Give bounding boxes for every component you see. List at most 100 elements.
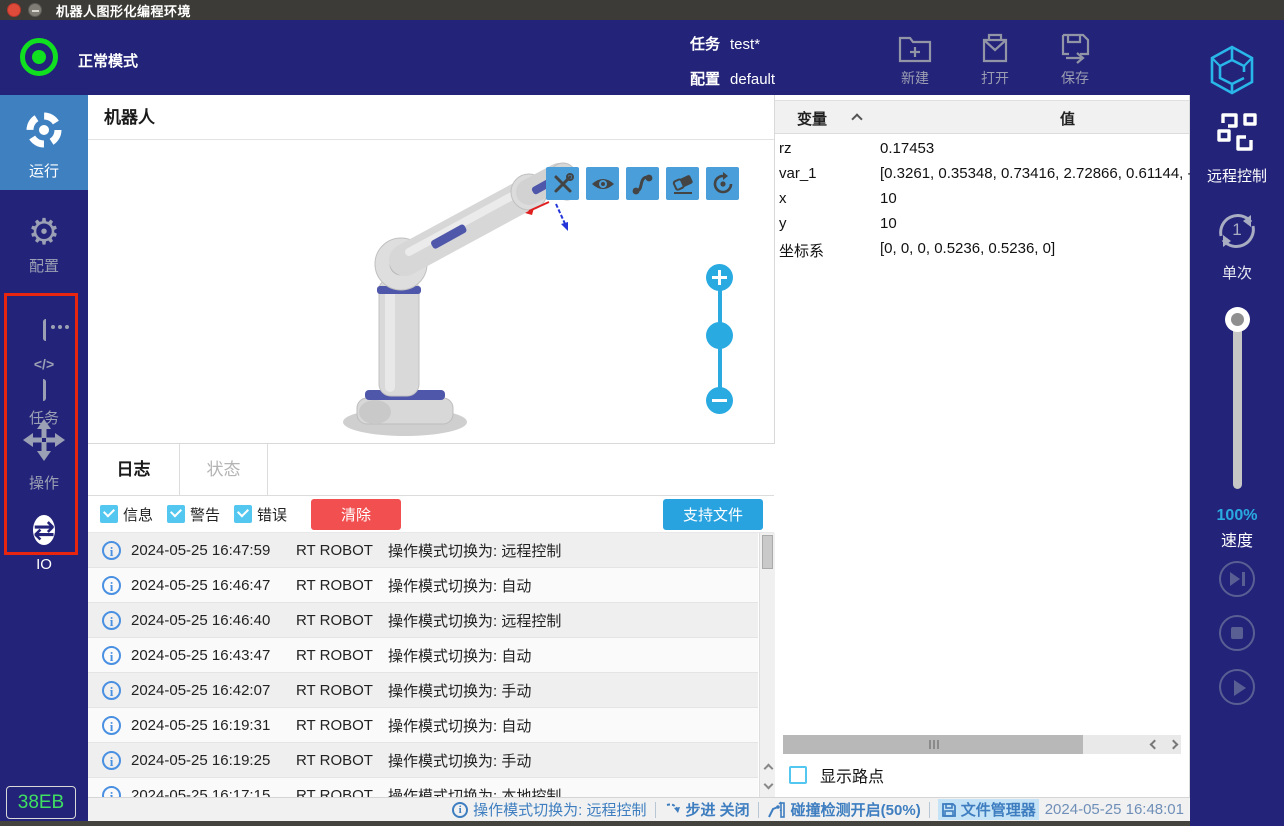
- column-variable-label[interactable]: 变量: [797, 108, 827, 129]
- remote-control-label: 远程控制: [1190, 165, 1284, 186]
- scroll-down-button[interactable]: [762, 778, 774, 794]
- rotate-icon: [710, 171, 736, 197]
- erase-button[interactable]: [666, 167, 699, 200]
- zoom-in-button[interactable]: [706, 264, 733, 291]
- status-collision-item[interactable]: 碰撞检测开启(50%): [767, 799, 921, 820]
- status-step-item[interactable]: 步进 关闭: [664, 799, 750, 820]
- scroll-right-button[interactable]: [1167, 736, 1186, 754]
- path-icon: [630, 171, 656, 197]
- log-time: 2024-05-25 16:42:07: [131, 682, 296, 699]
- scroll-left-button[interactable]: [1145, 736, 1164, 754]
- filter-info-checkbox[interactable]: [100, 505, 118, 523]
- code-window-icon: </>: [0, 319, 88, 401]
- status-badge[interactable]: 38EB: [6, 786, 76, 819]
- filter-warning-checkbox[interactable]: [167, 505, 185, 523]
- sidebar-item-task[interactable]: </> 任务: [0, 317, 88, 395]
- log-scrollbar-thumb[interactable]: [762, 535, 773, 569]
- stop-button[interactable]: [1219, 615, 1255, 651]
- variable-row[interactable]: x 10: [775, 187, 1189, 212]
- play-button[interactable]: [1219, 669, 1255, 705]
- left-sidebar: 运行 ⚙ 配置 </> 任务 操作: [0, 95, 88, 821]
- variable-value: [0.3261, 0.35348, 0.73416, 2.72866, 0.61…: [880, 165, 1205, 182]
- close-icon[interactable]: [7, 3, 21, 17]
- sidebar-item-run[interactable]: 运行: [0, 95, 88, 190]
- variables-table-header[interactable]: 变量 值: [775, 100, 1189, 134]
- log-row[interactable]: i 2024-05-25 16:19:31 RT ROBOT 操作模式切换为: …: [88, 708, 758, 743]
- clear-button[interactable]: 清除: [311, 499, 401, 530]
- mode-label: 正常模式: [78, 50, 138, 71]
- log-message: 操作模式切换为: 自动: [388, 645, 758, 666]
- app-logo-icon: [1206, 44, 1258, 101]
- variable-name: y: [779, 215, 787, 232]
- single-run-item[interactable]: 1 单次: [1190, 205, 1284, 283]
- step-next-button[interactable]: [1219, 561, 1255, 597]
- run-icon: [23, 109, 65, 151]
- speed-slider-track[interactable]: [1233, 317, 1242, 489]
- minimize-icon[interactable]: [28, 3, 42, 17]
- filter-error-checkbox[interactable]: [234, 505, 252, 523]
- open-icon: [976, 28, 1014, 66]
- status-step-label: 步进 关闭: [686, 799, 750, 820]
- info-icon: i: [102, 646, 121, 665]
- column-value-label[interactable]: 值: [1060, 108, 1075, 129]
- sidebar-item-config[interactable]: ⚙ 配置: [0, 213, 88, 291]
- tab-status[interactable]: 状态: [180, 444, 268, 496]
- tools-button[interactable]: [546, 167, 579, 200]
- variable-row[interactable]: 坐标系 [0, 0, 0, 0.5236, 0.5236, 0]: [775, 237, 1189, 262]
- log-row[interactable]: i 2024-05-25 16:19:25 RT ROBOT 操作模式切换为: …: [88, 743, 758, 778]
- scroll-up-button[interactable]: [762, 759, 774, 775]
- file-manager-item[interactable]: 文件管理器: [938, 799, 1039, 820]
- tab-log[interactable]: 日志: [88, 444, 180, 496]
- variables-panel: 变量 值 rz 0.17453 var_1 [0.3261, 0.35348, …: [775, 95, 1190, 797]
- eye-icon: [590, 171, 616, 197]
- variable-row[interactable]: rz 0.17453: [775, 137, 1189, 162]
- right-sidebar: 远程控制 1 单次 100% 速度: [1190, 95, 1284, 826]
- sort-asc-icon: [851, 113, 862, 124]
- file-manager-label: 文件管理器: [961, 799, 1036, 820]
- variable-row[interactable]: y 10: [775, 212, 1189, 237]
- visibility-button[interactable]: [586, 167, 619, 200]
- log-row[interactable]: i 2024-05-25 16:17:15 RT ROBOT 操作模式切换为: …: [88, 778, 758, 798]
- log-row[interactable]: i 2024-05-25 16:42:07 RT ROBOT 操作模式切换为: …: [88, 673, 758, 708]
- log-row[interactable]: i 2024-05-25 16:46:47 RT ROBOT 操作模式切换为: …: [88, 568, 758, 603]
- remote-control-item[interactable]: 远程控制: [1190, 109, 1284, 186]
- log-source: RT ROBOT: [296, 752, 388, 769]
- variables-hscrollbar[interactable]: [783, 735, 1181, 754]
- reset-view-button[interactable]: [706, 167, 739, 200]
- zoom-slider-handle[interactable]: [706, 322, 733, 349]
- log-row[interactable]: i 2024-05-25 16:46:40 RT ROBOT 操作模式切换为: …: [88, 603, 758, 638]
- log-list[interactable]: i 2024-05-25 16:47:59 RT ROBOT 操作模式切换为: …: [88, 533, 774, 798]
- variable-row[interactable]: var_1 [0.3261, 0.35348, 0.73416, 2.72866…: [775, 162, 1189, 187]
- config-label: 配置: [690, 71, 720, 88]
- support-files-button[interactable]: 支持文件: [663, 499, 763, 530]
- status-datetime: 2024-05-25 16:48:01: [1045, 801, 1184, 818]
- log-time: 2024-05-25 16:46:47: [131, 577, 296, 594]
- log-message: 操作模式切换为: 本地控制: [388, 785, 758, 799]
- show-waypoints-checkbox[interactable]: [789, 766, 807, 784]
- new-button[interactable]: 新建: [883, 28, 947, 90]
- viewport-toolbar: [546, 167, 739, 200]
- sidebar-item-operate-label: 操作: [0, 472, 88, 493]
- open-button-label: 打开: [963, 68, 1027, 88]
- config-value: default: [730, 71, 775, 88]
- sidebar-item-operate[interactable]: 操作: [0, 417, 88, 501]
- speed-slider-handle[interactable]: [1225, 307, 1250, 332]
- log-time: 2024-05-25 16:43:47: [131, 647, 296, 664]
- log-scrollbar[interactable]: [759, 533, 775, 798]
- log-row[interactable]: i 2024-05-25 16:47:59 RT ROBOT 操作模式切换为: …: [88, 533, 758, 568]
- variables-hscrollbar-thumb[interactable]: [783, 735, 1083, 754]
- info-icon: i: [102, 541, 121, 560]
- robot-3d-viewport[interactable]: [88, 140, 774, 440]
- sidebar-item-io[interactable]: ⇄ IO: [0, 508, 88, 588]
- log-row[interactable]: i 2024-05-25 16:43:47 RT ROBOT 操作模式切换为: …: [88, 638, 758, 673]
- variable-name: 坐标系: [779, 240, 824, 261]
- open-button[interactable]: 打开: [963, 28, 1027, 90]
- variable-name: rz: [779, 140, 792, 157]
- variable-value: [0, 0, 0, 0.5236, 0.5236, 0]: [880, 240, 1055, 257]
- path-button[interactable]: [626, 167, 659, 200]
- zoom-control: [706, 264, 734, 414]
- header: 正常模式 任务test* 配置default 新建 打开: [0, 20, 1284, 95]
- zoom-out-button[interactable]: [706, 387, 733, 414]
- save-button[interactable]: 保存: [1043, 28, 1107, 90]
- log-filterbar: 信息 警告 错误 清除 支持文件: [88, 496, 774, 533]
